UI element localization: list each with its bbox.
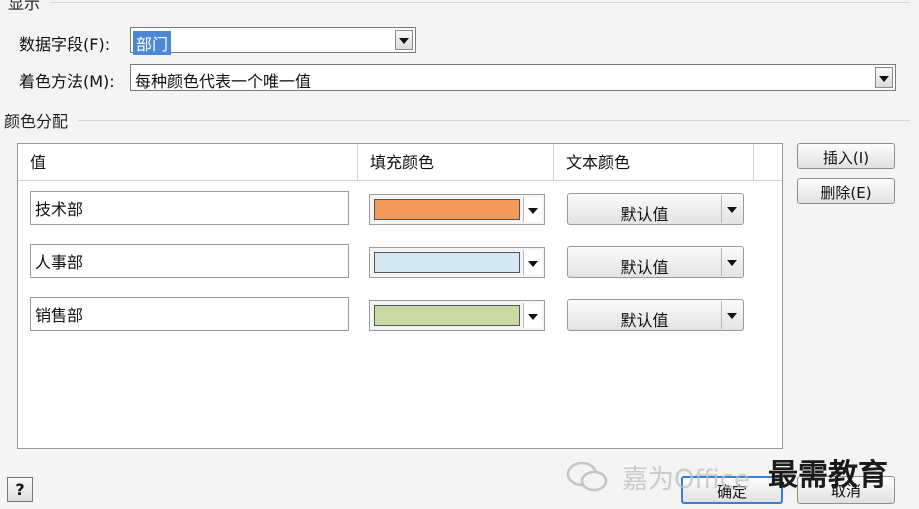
insert-button[interactable]: 插入(I) [797,143,895,169]
data-field-select[interactable]: 部门 [130,27,416,55]
watermark-brand: 最需教育 [768,458,888,493]
fill-color-dropdown[interactable] [523,197,542,222]
text-color-picker[interactable]: 默认值 [567,299,744,331]
text-color-picker[interactable]: 默认值 [567,193,744,225]
chevron-down-icon [528,260,538,267]
text-color-dropdown[interactable] [721,248,742,276]
fill-color-swatch [374,252,520,273]
watermark-text: 嘉为Office [622,465,750,495]
chevron-down-icon [528,207,538,214]
help-button[interactable]: ? [7,477,33,502]
text-color-dropdown[interactable] [721,195,742,223]
data-field-value: 部门 [133,31,172,55]
header-value: 值 [18,144,358,181]
wechat-icon [565,460,611,494]
text-color-picker[interactable]: 默认值 [567,246,744,278]
row-value-input[interactable]: 人事部 [30,244,349,278]
chevron-down-icon [528,313,538,320]
coloring-method-select[interactable]: 每种颜色代表一个唯一值 [130,64,896,91]
header-fill-color: 填充颜色 [358,144,554,181]
chevron-down-icon [727,207,737,213]
chevron-down-icon [399,38,409,44]
data-field-dropdown-arrow[interactable] [395,30,413,50]
fill-color-picker[interactable] [369,194,545,225]
delete-button[interactable]: 删除(E) [797,178,895,204]
fill-color-dropdown[interactable] [523,303,542,328]
coloring-method-value: 每种颜色代表一个唯一值 [135,72,312,91]
fill-color-swatch [374,199,520,220]
color-assignment-separator [78,120,910,121]
fill-color-picker[interactable] [369,300,545,331]
color-assignment-table: 值 填充颜色 文本颜色 技术部 默认值 人事部 默认值 销售部 默认值 [17,143,783,449]
chevron-down-icon [727,260,737,266]
coloring-method-dropdown-arrow[interactable] [875,67,893,88]
coloring-method-label: 着色方法(M): [19,72,115,91]
header-filler [754,144,782,181]
fill-color-swatch [374,305,520,326]
row-value-input[interactable]: 销售部 [30,297,349,331]
row-value-input[interactable]: 技术部 [30,191,349,225]
fill-color-picker[interactable] [369,247,545,278]
data-field-label: 数据字段(F): [19,35,111,54]
text-color-dropdown[interactable] [721,301,742,329]
chevron-down-icon [727,313,737,319]
display-separator [50,2,910,3]
color-assignment-title: 颜色分配 [4,112,69,131]
chevron-down-icon [879,75,889,82]
header-text-color: 文本颜色 [554,144,754,181]
fill-color-dropdown[interactable] [523,250,542,275]
display-section-title: 显示 [8,0,41,13]
